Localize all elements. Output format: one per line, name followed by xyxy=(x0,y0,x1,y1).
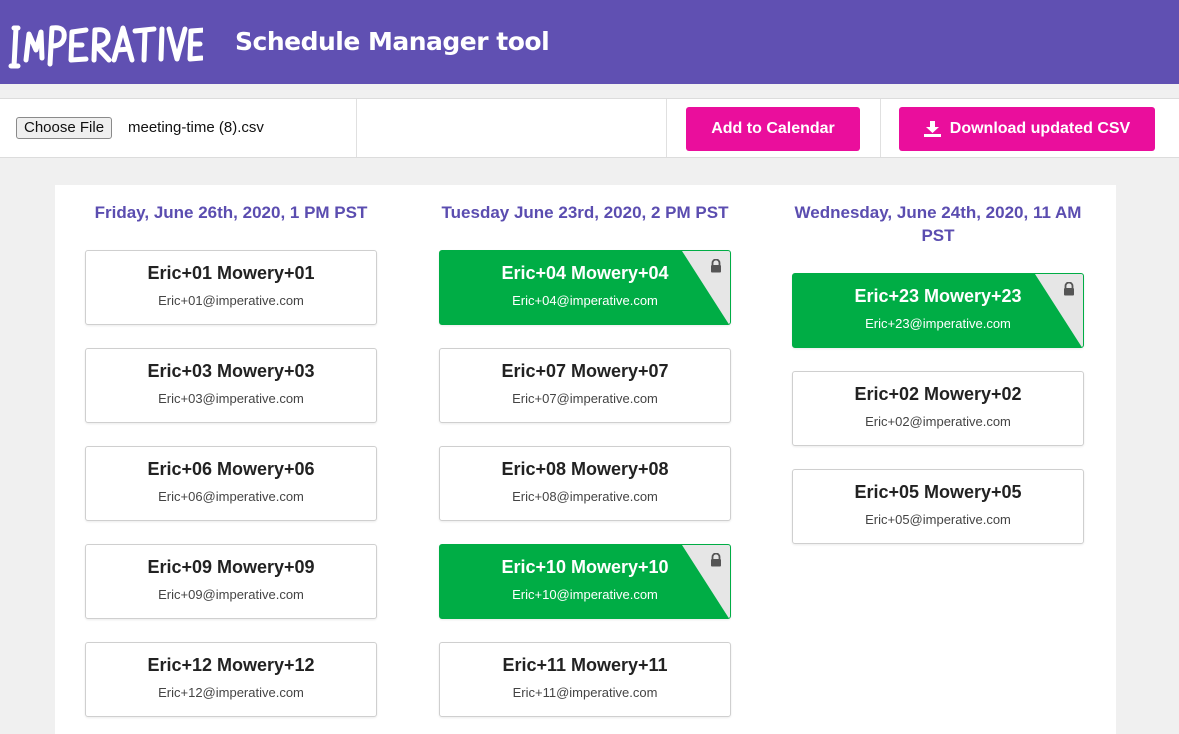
attendee-card[interactable]: Eric+09 Mowery+09 Eric+09@imperative.com xyxy=(85,544,377,619)
download-csv-label: Download updated CSV xyxy=(949,120,1131,137)
app-title: Schedule Manager tool xyxy=(235,27,550,56)
attendee-email: Eric+11@imperative.com xyxy=(512,685,658,700)
attendee-email: Eric+10@imperative.com xyxy=(512,587,658,602)
attendee-email: Eric+06@imperative.com xyxy=(158,489,304,504)
attendee-name: Eric+05 Mowery+05 xyxy=(854,482,1022,502)
attendee-email: Eric+03@imperative.com xyxy=(158,391,304,406)
attendee-name: Eric+06 Mowery+06 xyxy=(147,459,315,479)
attendee-card[interactable]: Eric+03 Mowery+03 Eric+03@imperative.com xyxy=(85,348,377,423)
attendee-name: Eric+10 Mowery+10 xyxy=(501,557,669,577)
app-header: Schedule Manager tool xyxy=(0,0,1179,84)
attendee-name: Eric+23 Mowery+23 xyxy=(854,286,1022,306)
attendee-email: Eric+23@imperative.com xyxy=(865,316,1011,331)
column-title: Tuesday June 23rd, 2020, 2 PM PST xyxy=(441,203,729,222)
attendee-name: Eric+12 Mowery+12 xyxy=(147,655,315,675)
imperative-logo xyxy=(8,25,203,69)
attendee-card[interactable]: Eric+06 Mowery+06 Eric+06@imperative.com xyxy=(85,446,377,521)
attendee-card[interactable]: Eric+02 Mowery+02 Eric+02@imperative.com xyxy=(792,371,1084,446)
add-to-calendar-button[interactable]: Add to Calendar xyxy=(686,107,860,151)
add-to-calendar-label: Add to Calendar xyxy=(711,120,835,137)
attendee-name: Eric+11 Mowery+11 xyxy=(502,655,668,675)
toolbar-divider xyxy=(356,99,357,157)
attendee-name: Eric+08 Mowery+08 xyxy=(501,459,669,479)
attendee-card[interactable]: Eric+07 Mowery+07 Eric+07@imperative.com xyxy=(439,348,731,423)
schedule-board: Friday, June 26th, 2020, 1 PM PST Eric+01… xyxy=(55,185,1116,734)
attendee-email: Eric+08@imperative.com xyxy=(512,489,658,504)
attendee-card[interactable]: Eric+11 Mowery+11 Eric+11@imperative.com xyxy=(439,642,731,717)
attendee-card[interactable]: Eric+12 Mowery+12 Eric+12@imperative.com xyxy=(85,642,377,717)
attendee-card[interactable]: Eric+08 Mowery+08 Eric+08@imperative.com xyxy=(439,446,731,521)
choose-file-button[interactable]: Choose File xyxy=(16,117,113,139)
toolbar-divider xyxy=(666,99,667,157)
toolbar-divider xyxy=(880,99,881,157)
attendee-name: Eric+01 Mowery+01 xyxy=(147,263,315,283)
toolbar: Choose File meeting-time (8).csv Add to … xyxy=(0,98,1179,158)
attendee-email: Eric+05@imperative.com xyxy=(865,512,1011,527)
attendee-email: Eric+12@imperative.com xyxy=(158,685,304,700)
attendee-name: Eric+04 Mowery+04 xyxy=(501,263,669,283)
column-title: Friday, June 26th, 2020, 1 PM PST xyxy=(94,203,368,222)
download-icon xyxy=(923,121,941,137)
attendee-name: Eric+07 Mowery+07 xyxy=(501,361,669,381)
attendee-email: Eric+04@imperative.com xyxy=(512,293,658,308)
attendee-email: Eric+01@imperative.com xyxy=(158,293,304,308)
attendee-card[interactable]: Eric+05 Mowery+05 Eric+05@imperative.com xyxy=(792,469,1084,544)
attendee-card-locked[interactable]: Eric+04 Mowery+04 Eric+04@imperative.com xyxy=(439,250,731,325)
selected-file-name: meeting-time (8).csv xyxy=(128,119,264,136)
attendee-name: Eric+02 Mowery+02 xyxy=(854,384,1022,404)
column-title: Wednesday, June 24th, 2020, 11 AM PST xyxy=(794,203,1082,245)
attendee-name: Eric+03 Mowery+03 xyxy=(147,361,315,381)
attendee-card[interactable]: Eric+01 Mowery+01 Eric+01@imperative.com xyxy=(85,250,377,325)
download-csv-button[interactable]: Download updated CSV xyxy=(899,107,1155,151)
attendee-card-locked[interactable]: Eric+10 Mowery+10 Eric+10@imperative.com xyxy=(439,544,731,619)
attendee-email: Eric+07@imperative.com xyxy=(512,391,658,406)
attendee-email: Eric+09@imperative.com xyxy=(158,587,304,602)
attendee-card-locked[interactable]: Eric+23 Mowery+23 Eric+23@imperative.com xyxy=(792,273,1084,348)
attendee-name: Eric+09 Mowery+09 xyxy=(147,557,315,577)
attendee-email: Eric+02@imperative.com xyxy=(865,414,1011,429)
